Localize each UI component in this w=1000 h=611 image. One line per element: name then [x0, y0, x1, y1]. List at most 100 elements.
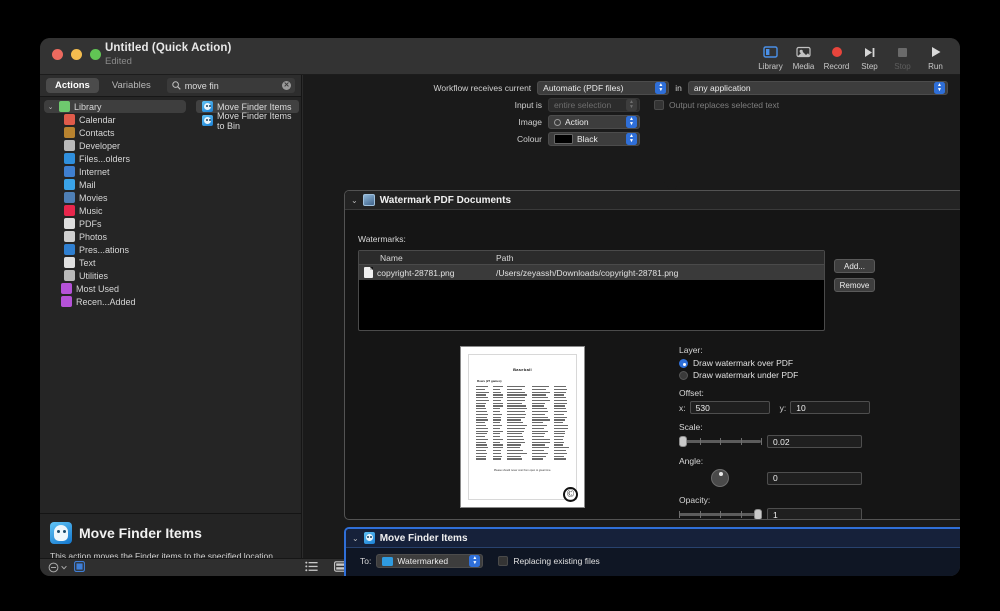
image-dropdown[interactable]: Action ▲ ▼: [548, 115, 640, 129]
library-tree-item-photos[interactable]: Photos: [40, 230, 192, 243]
action-body-watermark: Watermarks: Name Path copyright-28781.pn…: [345, 210, 960, 520]
library-tree-item-most-used[interactable]: Most Used: [40, 282, 192, 295]
action-card-move-finder-items[interactable]: ⌄ Move Finder Items ✕ To: Watermarked ▲▼…: [344, 527, 960, 576]
toolbar-button-step[interactable]: Step: [853, 41, 886, 71]
pdf-preview-thumbnail[interactable]: Baseball Rows (27 games) Please should n…: [460, 346, 585, 508]
action-list-item[interactable]: Move Finder Items to Bin: [196, 114, 299, 127]
library-tree-item-pres-ations[interactable]: Pres...ations: [40, 243, 192, 256]
preview-text-line: [493, 392, 501, 393]
library-tree-item-contacts[interactable]: Contacts: [40, 126, 192, 139]
application-dropdown[interactable]: any application ▲ ▼: [688, 81, 948, 95]
library-tree-item-files-olders[interactable]: Files...olders: [40, 152, 192, 165]
workflow-canvas: Workflow receives current Automatic (PDF…: [303, 75, 960, 558]
scale-input[interactable]: 0.02: [767, 435, 862, 448]
action-results-list[interactable]: Move Finder Items Move Finder Items to Bi…: [193, 97, 302, 513]
image-value: Action: [565, 117, 589, 127]
offset-y-input[interactable]: 10: [790, 401, 870, 414]
toolbar-button-media[interactable]: Media: [787, 41, 820, 71]
preview-text-line: [476, 422, 485, 423]
preview-text-line: [554, 450, 566, 451]
angle-dial[interactable]: [711, 469, 729, 487]
preview-text-line: [493, 405, 502, 406]
preview-text-line: [493, 439, 502, 440]
receives-type-dropdown[interactable]: Automatic (PDF files) ▲ ▼: [537, 81, 669, 95]
library-category-tree[interactable]: ⌄ Library Calendar Contacts Developer Files..…: [40, 97, 192, 513]
preview-text-line: [476, 405, 485, 406]
input-is-dropdown[interactable]: entire selection ▲ ▼: [548, 98, 640, 112]
preview-text-line: [476, 447, 488, 448]
offset-y-label: y:: [780, 403, 787, 413]
toolbar-label-media: Media: [793, 62, 815, 71]
toolbar-button-run[interactable]: Run: [919, 41, 952, 71]
colour-dropdown[interactable]: Black ▲ ▼: [548, 132, 640, 146]
library-tree-item-label: Files...olders: [79, 154, 130, 164]
disclosure-chevron-icon[interactable]: ⌄: [352, 534, 359, 543]
radio-draw-over-pdf[interactable]: Draw watermark over PDF: [679, 358, 874, 368]
inspector-icon[interactable]: [74, 559, 85, 577]
library-tree-item-utilities[interactable]: Utilities: [40, 269, 192, 282]
clear-search-icon[interactable]: ✕: [282, 81, 291, 90]
output-replaces-checkbox[interactable]: Output replaces selected text: [654, 100, 779, 110]
preview-text-line: [476, 397, 488, 398]
library-tree-item-developer[interactable]: Developer: [40, 139, 192, 152]
preview-text-line: [493, 436, 500, 437]
category-icon: [64, 114, 75, 125]
replacing-label: Replacing existing files: [513, 556, 599, 566]
preview-text-line: [554, 414, 564, 415]
library-tree-item-text[interactable]: Text: [40, 256, 192, 269]
scale-slider-knob[interactable]: [679, 436, 687, 447]
window-title-group: Untitled (Quick Action) Edited: [105, 42, 525, 67]
action-header-move-finder[interactable]: ⌄ Move Finder Items ✕: [346, 529, 960, 548]
preview-text-line: [476, 444, 487, 445]
preview-text-line: [554, 392, 566, 393]
opacity-input[interactable]: 1: [767, 508, 862, 520]
add-watermark-button[interactable]: Add...: [834, 259, 875, 273]
close-window-button[interactable]: [52, 49, 63, 60]
toolbar-button-stop[interactable]: Stop: [886, 41, 919, 71]
replacing-existing-checkbox[interactable]: Replacing existing files: [498, 556, 599, 566]
action-title-move-finder: Move Finder Items: [380, 533, 468, 544]
label-output-replaces: Output replaces selected text: [669, 100, 779, 110]
chevron-down-icon[interactable]: ⌄: [46, 103, 55, 111]
library-tree-item-calendar[interactable]: Calendar: [40, 113, 192, 126]
preview-text-line: [507, 458, 521, 459]
angle-input[interactable]: 0: [767, 472, 862, 485]
action-header-watermark[interactable]: ⌄ Watermark PDF Documents ✕: [345, 191, 960, 210]
disclosure-chevron-icon[interactable]: ⌄: [351, 196, 358, 205]
maximize-window-button[interactable]: [90, 49, 101, 60]
toolbar-button-library[interactable]: Library: [754, 41, 787, 71]
automator-window: Untitled (Quick Action) Edited Library M…: [40, 38, 960, 576]
library-tree-item-mail[interactable]: Mail: [40, 178, 192, 191]
gear-dropdown-icon[interactable]: [48, 562, 67, 573]
scale-slider[interactable]: [679, 440, 761, 443]
library-tree-item-movies[interactable]: Movies: [40, 191, 192, 204]
action-card-watermark-pdf-documents[interactable]: ⌄ Watermark PDF Documents ✕ Watermarks: …: [344, 190, 960, 520]
tab-actions[interactable]: Actions: [46, 78, 99, 93]
library-tree-item-recen-added[interactable]: Recen...Added: [40, 295, 192, 308]
preview-text-line: [554, 458, 566, 459]
list-view-icon[interactable]: [305, 559, 318, 577]
watermarks-table[interactable]: Name Path copyright-28781.png /Users/zey…: [358, 250, 825, 331]
category-icon: [64, 244, 75, 255]
minimize-window-button[interactable]: [71, 49, 82, 60]
remove-watermark-button[interactable]: Remove: [834, 278, 875, 292]
destination-dropdown[interactable]: Watermarked ▲ ▼: [376, 554, 483, 568]
offset-x-input[interactable]: 530: [690, 401, 770, 414]
opacity-slider-knob[interactable]: [754, 509, 762, 520]
tab-variables[interactable]: Variables: [103, 78, 160, 93]
toolbar-button-record[interactable]: Record: [820, 41, 853, 71]
label-input-is: Input is: [303, 100, 548, 110]
library-tree-item-pdfs[interactable]: PDFs: [40, 217, 192, 230]
table-row[interactable]: copyright-28781.png /Users/zeyassh/Downl…: [359, 265, 824, 280]
opacity-slider[interactable]: [679, 513, 761, 516]
library-tree-item-library[interactable]: ⌄ Library: [44, 100, 186, 113]
preview-text-line: [532, 425, 547, 426]
library-tree-item-internet[interactable]: Internet: [40, 165, 192, 178]
library-tree-item-music[interactable]: Music: [40, 204, 192, 217]
search-input[interactable]: move fin ✕: [167, 78, 295, 93]
preview-text-line: [554, 453, 567, 454]
radio-draw-under-pdf[interactable]: Draw watermark under PDF: [679, 370, 874, 380]
preview-text-line: [554, 425, 568, 426]
preview-text-line: [554, 433, 565, 434]
preview-text-line: [532, 456, 546, 457]
